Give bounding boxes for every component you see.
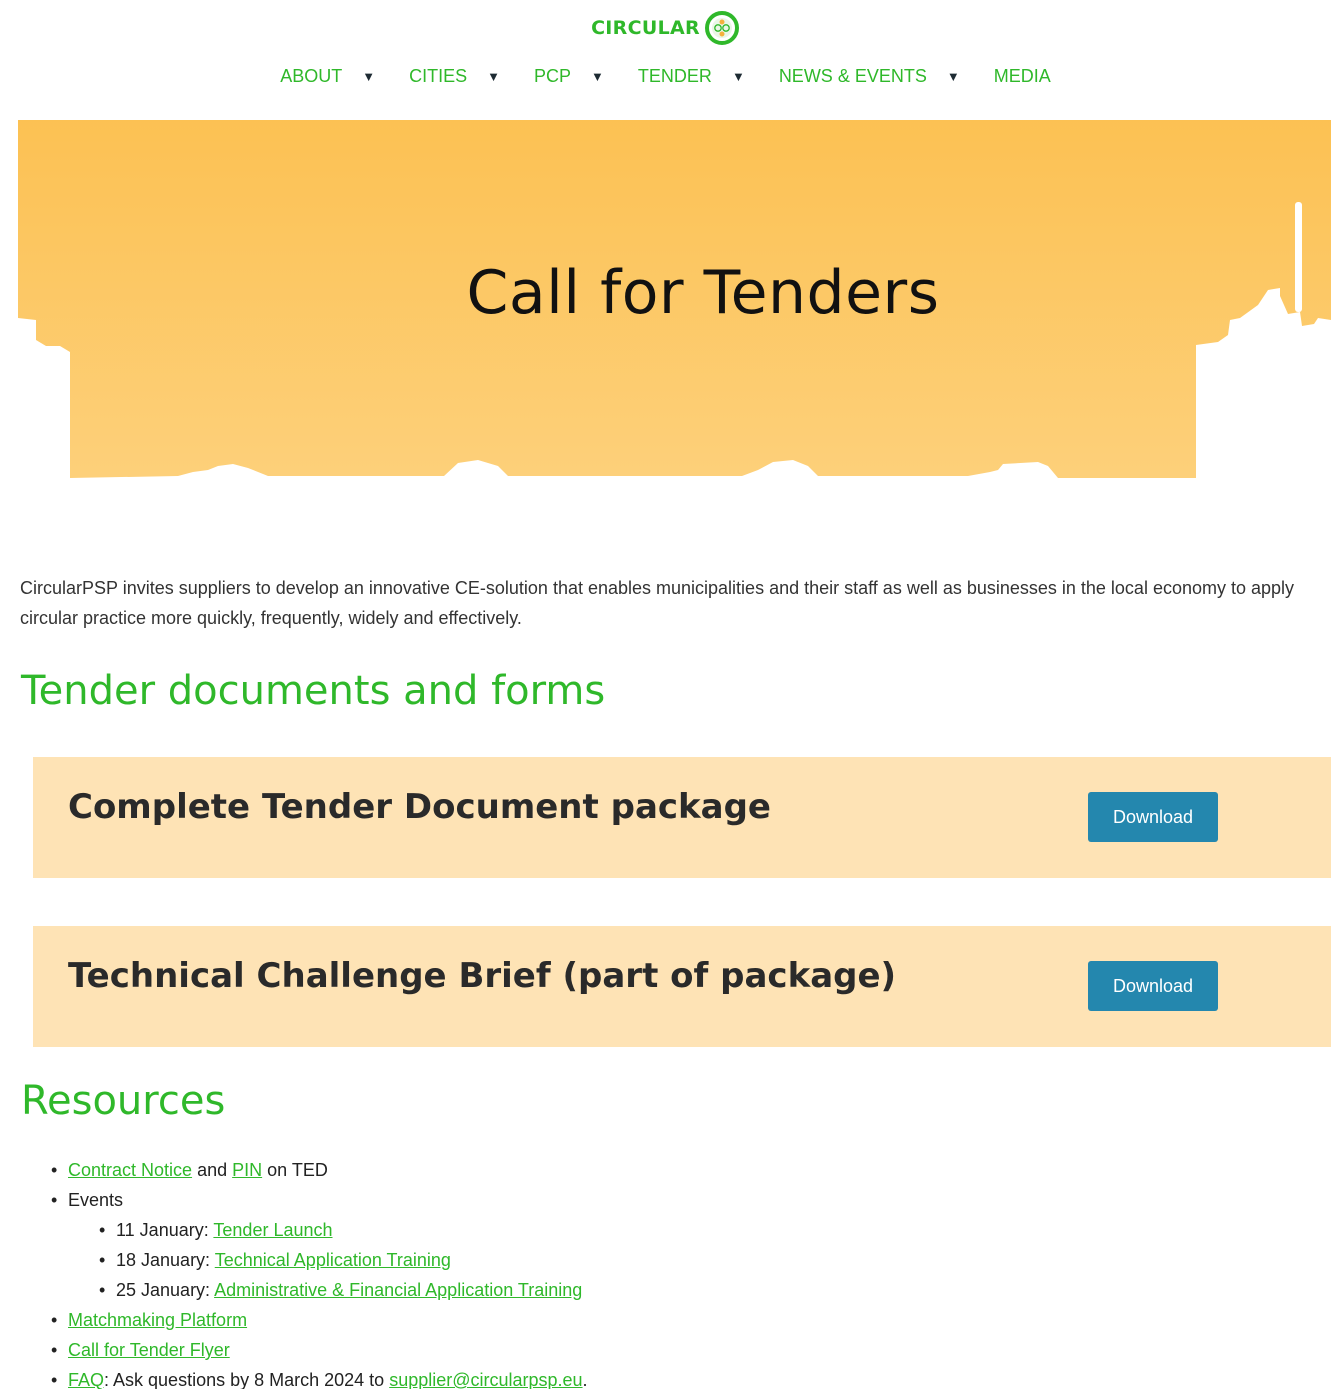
list-text: on TED: [262, 1160, 328, 1180]
pin-link[interactable]: PIN: [232, 1160, 262, 1180]
caret-down-icon[interactable]: ▼: [947, 69, 960, 84]
resources-heading: Resources: [21, 1078, 226, 1124]
list-item: FAQ: Ask questions by 8 March 2024 to su…: [48, 1365, 588, 1389]
caret-down-icon[interactable]: ▼: [362, 69, 375, 84]
event-item: 18 January: Technical Application Traini…: [96, 1245, 588, 1275]
nav-tender-label: TENDER: [637, 65, 712, 86]
contract-notice-link[interactable]: Contract Notice: [68, 1160, 192, 1180]
document-card-complete-package: Complete Tender Document package Downloa…: [33, 757, 1331, 878]
resources-list: Contract Notice and PIN on TED Events 11…: [48, 1155, 588, 1389]
list-item: Contract Notice and PIN on TED: [48, 1155, 588, 1185]
list-text: and: [192, 1160, 233, 1180]
nav-pcp[interactable]: PCP ▼: [517, 62, 621, 90]
caret-down-icon[interactable]: ▼: [487, 69, 500, 84]
logo-circle-icon: [704, 11, 739, 45]
download-button[interactable]: Download: [1088, 792, 1218, 842]
nav-pcp-label: PCP: [534, 65, 572, 86]
nav-media[interactable]: MEDIA: [977, 62, 1068, 90]
period-text: .: [582, 1370, 588, 1389]
intro-paragraph: CircularPSP invites suppliers to develop…: [20, 578, 1295, 628]
nav-about-label: ABOUT: [280, 65, 343, 86]
hero-title: Call for Tenders: [466, 258, 940, 328]
nav-news-events[interactable]: NEWS & EVENTS ▼: [762, 62, 977, 90]
list-item: Events 11 January: Tender Launch 18 Janu…: [48, 1185, 588, 1305]
document-title: Technical Challenge Brief (part of packa…: [68, 956, 897, 996]
document-title: Complete Tender Document package: [68, 787, 771, 827]
matchmaking-platform-link[interactable]: Matchmaking Platform: [68, 1310, 247, 1330]
event-item: 11 January: Tender Launch: [96, 1215, 588, 1245]
event-date: 11 January:: [116, 1220, 214, 1240]
nav-tender[interactable]: TENDER ▼: [621, 62, 762, 90]
list-item: Matchmaking Platform: [48, 1305, 588, 1335]
caret-down-icon[interactable]: ▼: [732, 69, 745, 84]
faq-text: : Ask questions by 8 March 2024 to: [104, 1370, 390, 1389]
event-item: 25 January: Administrative & Financial A…: [96, 1275, 588, 1305]
download-button[interactable]: Download: [1088, 961, 1218, 1011]
document-card-technical-brief: Technical Challenge Brief (part of packa…: [33, 926, 1331, 1047]
logo-text: CIRCULAR: [591, 17, 700, 39]
hero-banner: Call for Tenders: [18, 120, 1331, 480]
faq-link[interactable]: FAQ: [68, 1370, 104, 1389]
site-logo[interactable]: CIRCULAR: [0, 8, 1331, 48]
supplier-email-link[interactable]: supplier@circularpsp.eu: [389, 1370, 582, 1389]
caret-down-icon[interactable]: ▼: [591, 69, 604, 84]
tender-documents-heading: Tender documents and forms: [21, 668, 606, 714]
list-item: Call for Tender Flyer: [48, 1335, 588, 1365]
tender-flyer-link[interactable]: Call for Tender Flyer: [68, 1340, 230, 1360]
event-date: 18 January:: [116, 1250, 215, 1270]
events-label: Events: [68, 1190, 124, 1210]
main-nav: ABOUT ▼ CITIES ▼ PCP ▼ TENDER ▼ NEWS & E…: [0, 62, 1331, 90]
event-link[interactable]: Administrative & Financial Application T…: [214, 1280, 582, 1300]
nav-news-events-label: NEWS & EVENTS: [778, 65, 927, 86]
nav-about[interactable]: ABOUT ▼: [263, 62, 392, 90]
event-link[interactable]: Tender Launch: [213, 1220, 332, 1240]
event-date: 25 January:: [116, 1280, 215, 1300]
nav-cities[interactable]: CITIES ▼: [392, 62, 517, 90]
nav-cities-label: CITIES: [409, 65, 468, 86]
event-link[interactable]: Technical Application Training: [215, 1250, 451, 1270]
nav-media-label: MEDIA: [993, 65, 1051, 86]
